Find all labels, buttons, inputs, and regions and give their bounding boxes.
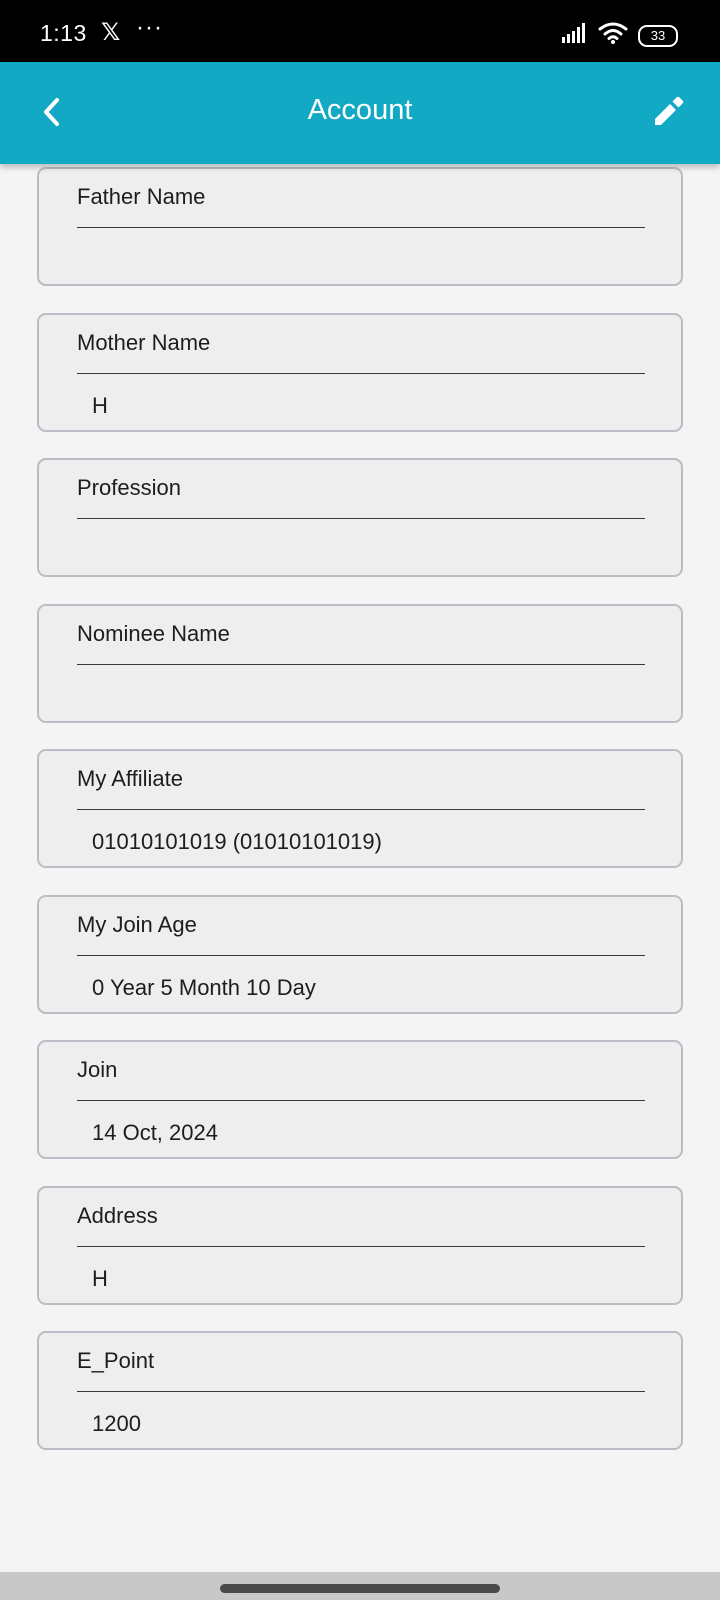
field-divider <box>77 1391 645 1392</box>
status-bar: 1:13 𝕏 ··· 33 <box>0 0 720 62</box>
e-point-field[interactable]: E_Point 1200 <box>37 1331 683 1450</box>
field-label: Join <box>77 1057 118 1082</box>
field-label: Address <box>77 1203 158 1228</box>
field-divider <box>77 955 645 956</box>
field-label: Nominee Name <box>77 621 230 646</box>
address-field[interactable]: Address H <box>37 1186 683 1305</box>
mother-name-field[interactable]: Mother Name H <box>37 313 683 432</box>
field-value: 14 Oct, 2024 <box>92 1120 218 1145</box>
join-date-field[interactable]: Join 14 Oct, 2024 <box>37 1040 683 1159</box>
field-divider <box>77 1100 645 1101</box>
field-divider <box>77 518 645 519</box>
status-time: 1:13 <box>40 20 87 46</box>
nominee-name-field[interactable]: Nominee Name <box>37 604 683 723</box>
edit-button[interactable] <box>644 88 692 136</box>
field-label: Father Name <box>77 184 206 209</box>
field-value: H <box>92 1266 108 1291</box>
field-label: My Affiliate <box>77 766 183 791</box>
account-details: Father Name Mother Name H Profession Nom… <box>0 164 720 1572</box>
field-divider <box>77 809 645 810</box>
battery-icon: 33 <box>638 24 678 47</box>
field-divider <box>77 227 645 228</box>
field-divider <box>77 373 645 374</box>
field-value: H <box>92 393 108 418</box>
home-indicator[interactable] <box>220 1584 500 1593</box>
field-value: 0 Year 5 Month 10 Day <box>92 975 316 1000</box>
field-label: Profession <box>77 475 181 500</box>
signal-icon <box>562 23 588 48</box>
field-divider <box>77 664 645 665</box>
page-title: Account <box>307 94 413 126</box>
father-name-field[interactable]: Father Name <box>37 167 683 286</box>
app-bar: Account <box>0 62 720 164</box>
x-app-icon: 𝕏 <box>101 19 121 46</box>
field-value: 01010101019 (01010101019) <box>92 829 382 854</box>
my-join-age-field[interactable]: My Join Age 0 Year 5 Month 10 Day <box>37 895 683 1014</box>
navigation-bar <box>0 1572 720 1600</box>
field-label: E_Point <box>77 1348 155 1373</box>
profession-field[interactable]: Profession <box>37 458 683 577</box>
field-divider <box>77 1246 645 1247</box>
wifi-icon <box>598 22 628 49</box>
pencil-icon <box>644 96 692 140</box>
field-value: 1200 <box>92 1411 141 1436</box>
field-label: My Join Age <box>77 912 197 937</box>
more-notifications-icon: ··· <box>136 14 163 41</box>
field-label: Mother Name <box>77 330 211 355</box>
my-affiliate-field[interactable]: My Affiliate 01010101019 (01010101019) <box>37 749 683 868</box>
status-indicators: 33 <box>562 22 678 49</box>
